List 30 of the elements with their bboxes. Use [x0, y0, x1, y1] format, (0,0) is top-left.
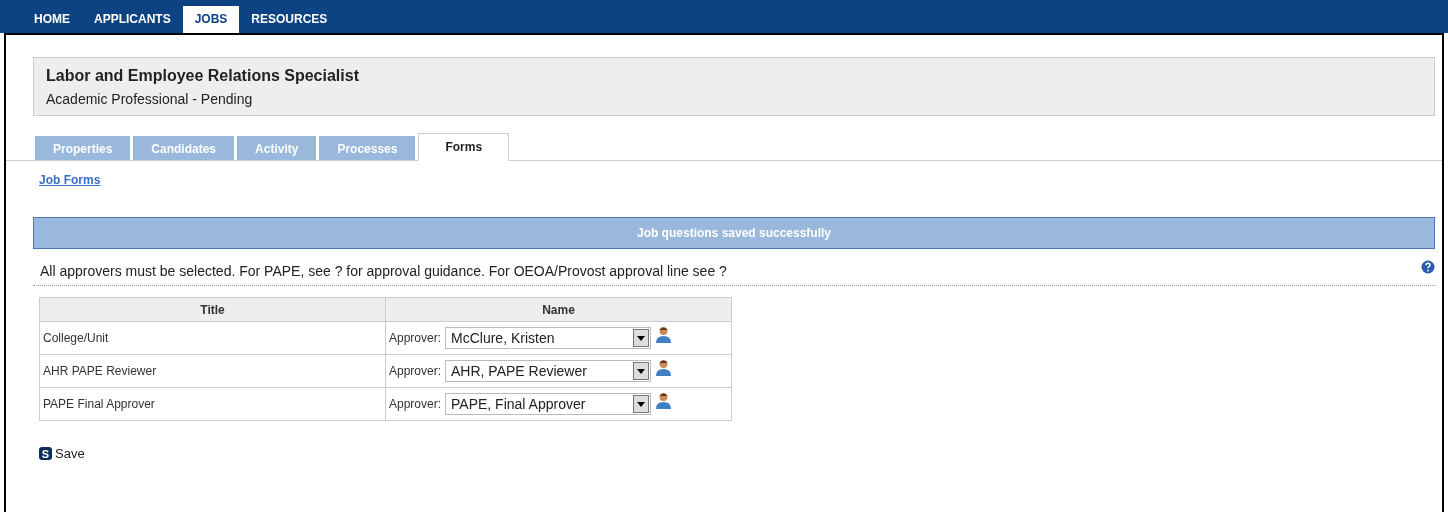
nav-tab[interactable]: HOME: [22, 6, 82, 33]
approver-label: Approver:: [389, 397, 442, 411]
caret-icon[interactable]: [637, 368, 646, 374]
person-icon[interactable]: [655, 391, 673, 409]
table-cell: PAPE Final Approver: [39, 387, 386, 421]
approver-dropdown[interactable]: McClure, Kristen: [445, 327, 652, 349]
person-icon[interactable]: [655, 358, 673, 376]
approver-dropdown[interactable]: AHR, PAPE Reviewer: [445, 360, 652, 382]
save-key-icon: S: [39, 447, 52, 460]
nav-tab[interactable]: RESOURCES: [239, 6, 340, 33]
table-cell: College/Unit: [39, 321, 386, 355]
column-header: Name: [385, 297, 732, 322]
tab[interactable]: Forms: [418, 133, 510, 161]
approver-label: Approver:: [389, 331, 442, 345]
help-icon[interactable]: [1421, 260, 1435, 274]
job-title: Labor and Employee Relations Specialist: [46, 67, 360, 85]
table-cell: AHR PAPE Reviewer: [39, 354, 386, 388]
caret-icon[interactable]: [637, 401, 646, 407]
column-header: Title: [39, 297, 386, 322]
approver-dropdown[interactable]: PAPE, Final Approver: [445, 393, 652, 415]
save-link[interactable]: Save: [55, 446, 85, 461]
person-icon[interactable]: [655, 325, 673, 343]
nav-tab[interactable]: APPLICANTS: [82, 6, 183, 33]
instructions-text: All approvers must be selected. For PAPE, see ? for approval guidance. For OEOA/Provost approval line see ?: [40, 263, 727, 279]
approver-label: Approver:: [389, 364, 442, 378]
nav-tab[interactable]: JOBS: [182, 6, 240, 33]
success-banner: Job questions saved successfully: [33, 217, 1435, 249]
job-forms-link[interactable]: Job Forms: [39, 173, 101, 187]
caret-icon[interactable]: [637, 335, 646, 341]
job-status: Academic Professional - Pending: [46, 91, 254, 107]
